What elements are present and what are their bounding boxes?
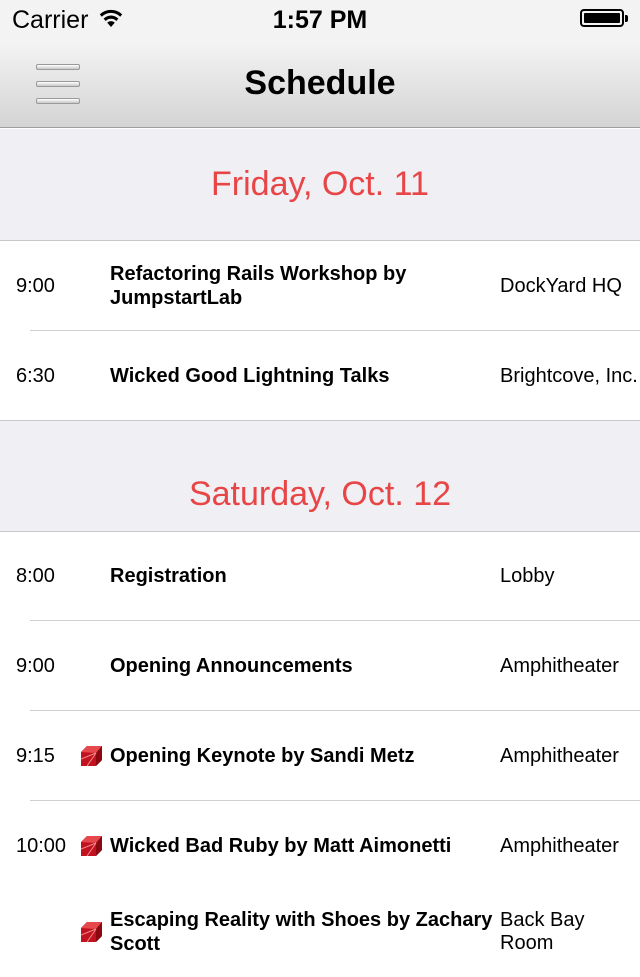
day-header-saturday: Saturday, Oct. 12: [0, 421, 640, 532]
session-row[interactable]: 9:00 Opening Announcements Amphitheater: [0, 621, 640, 711]
day-header-friday: Friday, Oct. 11: [0, 129, 640, 241]
session-title: Wicked Good Lightning Talks: [110, 365, 390, 387]
session-time: 10:00: [16, 834, 67, 857]
session-title: Refactoring Rails Workshop by JumpstartL…: [110, 263, 407, 309]
session-time: 9:00: [16, 654, 55, 677]
session-row[interactable]: 8:00 Registration Lobby: [0, 531, 640, 621]
session-title: Wicked Bad Ruby by Matt Aimonetti: [110, 835, 452, 857]
session-time: 9:00: [16, 274, 55, 297]
session-venue: DockYard HQ: [500, 274, 622, 297]
session-time: 6:30: [16, 364, 55, 387]
session-row[interactable]: Escaping Reality with Shoes by Zachary S…: [0, 887, 640, 977]
session-time: 8:00: [16, 564, 55, 587]
day-title: Saturday, Oct. 12: [188, 475, 452, 513]
session-title: Opening Announcements: [110, 655, 353, 677]
session-row[interactable]: 9:15 Opening Keynote by Sandi Metz Amphi…: [0, 711, 640, 801]
day-title: Friday, Oct. 11: [211, 165, 429, 203]
session-time: 9:15: [16, 744, 55, 767]
ruby-gem-icon: [80, 836, 102, 857]
session-venue: Back Bay Room: [500, 909, 585, 954]
ruby-gem-icon: [80, 746, 102, 767]
battery-icon: [580, 9, 624, 27]
status-bar: Carrier 1:57 PM: [0, 0, 640, 40]
session-title: Opening Keynote by Sandi Metz: [110, 745, 415, 767]
battery-tip: [625, 15, 628, 22]
session-venue: Amphitheater: [500, 654, 619, 677]
session-venue: Amphitheater: [500, 744, 619, 767]
navigation-bar: Schedule: [0, 40, 640, 128]
page-title: Schedule: [244, 64, 396, 102]
session-venue: Brightcove, Inc.: [500, 364, 638, 387]
session-row[interactable]: 6:30 Wicked Good Lightning Talks Brightc…: [0, 331, 640, 421]
session-row[interactable]: 10:00 Wicked Bad Ruby by Matt Aimonetti …: [0, 801, 640, 891]
session-row[interactable]: 9:00 Refactoring Rails Workshop by Jumps…: [0, 241, 640, 331]
status-time: 1:57 PM: [272, 6, 368, 34]
ruby-gem-icon: [80, 922, 102, 943]
session-venue: Amphitheater: [500, 834, 619, 857]
session-venue: Lobby: [500, 564, 555, 587]
session-title: Registration: [110, 565, 227, 587]
session-title: Escaping Reality with Shoes by Zachary S…: [110, 909, 493, 955]
